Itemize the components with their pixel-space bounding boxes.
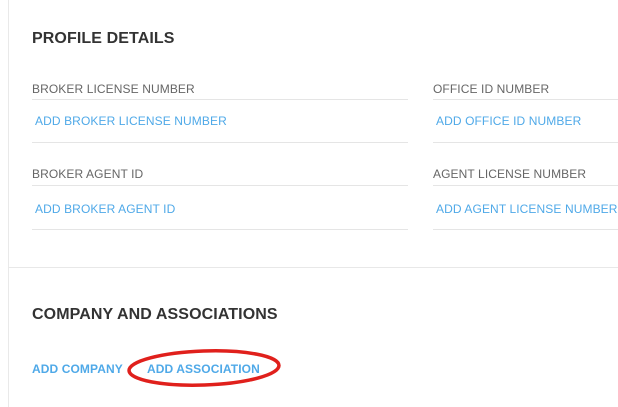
add-company-button[interactable]: ADD COMPANY <box>32 362 123 376</box>
section-divider <box>8 267 618 268</box>
add-broker-agent-id-link[interactable]: ADD BROKER AGENT ID <box>35 202 175 216</box>
field-divider <box>32 142 408 143</box>
left-border <box>8 0 9 407</box>
office-id-label: OFFICE ID NUMBER <box>433 82 550 96</box>
field-divider <box>32 229 408 230</box>
field-divider <box>433 142 618 143</box>
broker-agent-id-label: BROKER AGENT ID <box>32 167 144 181</box>
add-broker-license-link[interactable]: ADD BROKER LICENSE NUMBER <box>35 114 227 128</box>
broker-license-label: BROKER LICENSE NUMBER <box>32 82 195 96</box>
field-divider <box>32 185 408 186</box>
profile-details-heading: PROFILE DETAILS <box>32 30 175 47</box>
add-association-button[interactable]: ADD ASSOCIATION <box>147 362 260 376</box>
field-divider <box>433 99 618 100</box>
field-divider <box>433 185 618 186</box>
company-associations-heading: COMPANY AND ASSOCIATIONS <box>32 306 278 323</box>
profile-page: PROFILE DETAILS BROKER LICENSE NUMBER AD… <box>0 0 618 407</box>
field-divider <box>433 229 618 230</box>
add-agent-license-link[interactable]: ADD AGENT LICENSE NUMBER <box>436 202 618 216</box>
agent-license-label: AGENT LICENSE NUMBER <box>433 167 587 181</box>
add-office-id-link[interactable]: ADD OFFICE ID NUMBER <box>436 114 581 128</box>
field-divider <box>32 99 408 100</box>
